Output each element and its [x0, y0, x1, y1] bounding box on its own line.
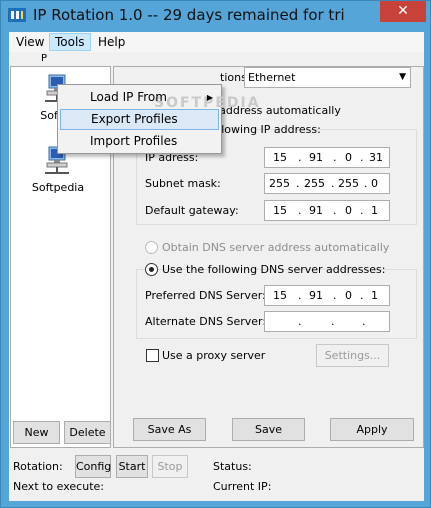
ip-dot: . — [296, 177, 300, 190]
ip-octet-3: 0 — [345, 289, 352, 302]
title-bar[interactable]: IP Rotation 1.0 -- 29 days remained for … — [1, 1, 431, 31]
ip-dot: . — [362, 315, 366, 328]
ip-octet-2: 91 — [309, 289, 323, 302]
ip-dot: . — [298, 289, 302, 302]
preferred-dns-label: Preferred DNS Server: — [145, 289, 266, 302]
ip-dot: . — [298, 315, 302, 328]
connection-value: Ethernet — [248, 71, 296, 84]
new-profile-button[interactable]: New — [13, 421, 60, 444]
ip-octet-4: 1 — [371, 289, 378, 302]
ip-octet-1: 15 — [273, 204, 287, 217]
save-as-button[interactable]: Save As — [133, 418, 206, 441]
ip-dot: . — [360, 151, 364, 164]
ip-dot: . — [364, 177, 368, 190]
next-to-execute-label: Next to execute: — [13, 480, 104, 493]
app-icon — [8, 8, 26, 22]
ip-dot: . — [298, 151, 302, 164]
menu-help[interactable]: Help — [93, 33, 130, 51]
client-area: View Tools Help P Softpedia New Delete t… — [9, 32, 424, 501]
submenu-arrow-icon: ▶ — [206, 93, 213, 102]
ip-dot: . — [331, 315, 335, 328]
menu-item-label: Import Profiles — [90, 134, 178, 148]
start-button[interactable]: Start — [116, 455, 148, 478]
menu-item-label: Load IP From — [90, 90, 167, 104]
ip-dot: . — [333, 151, 337, 164]
gateway-field[interactable]: 15. 91. 0. 1 — [264, 200, 390, 221]
ip-dot: . — [333, 289, 337, 302]
menu-view[interactable]: View — [11, 33, 49, 51]
obtain-dns-auto-label[interactable]: Obtain DNS server address automatically — [162, 241, 389, 254]
save-button[interactable]: Save — [232, 418, 305, 441]
status-bar: Rotation: Config Start Stop Status: Next… — [9, 450, 424, 501]
menu-bar: View Tools Help — [9, 32, 424, 52]
chevron-down-icon: ▼ — [399, 72, 406, 82]
ip-dot: . — [360, 204, 364, 217]
obtain-dns-auto-radio[interactable] — [145, 241, 158, 254]
subnet-label: Subnet mask: — [145, 177, 221, 190]
ip-octet-4: 31 — [369, 151, 383, 164]
ip-dot: . — [333, 204, 337, 217]
proxy-checkbox[interactable] — [146, 349, 159, 362]
gateway-label: Default gateway: — [145, 204, 239, 217]
proxy-settings-button[interactable]: Settings... — [316, 344, 389, 367]
app-window: IP Rotation 1.0 -- 29 days remained for … — [0, 0, 431, 508]
apply-button[interactable]: Apply — [330, 418, 414, 441]
rotation-label: Rotation: — [13, 460, 63, 473]
ip-octet-4: 0 — [371, 177, 378, 190]
delete-profile-button[interactable]: Delete — [64, 421, 111, 444]
ip-octet-1: 255 — [269, 177, 290, 190]
preferred-dns-field[interactable]: 15. 91. 0. 1 — [264, 285, 390, 306]
ip-octet-2: 255 — [304, 177, 325, 190]
use-following-dns-radio[interactable] — [145, 263, 158, 276]
status-label: Status: — [213, 460, 252, 473]
connection-select[interactable]: Ethernet ▼ — [244, 67, 411, 88]
ip-octet-2: 91 — [309, 151, 323, 164]
menu-item-load-ip-from[interactable]: Load IP From ▶ — [60, 87, 219, 108]
ip-octet-2: 91 — [309, 204, 323, 217]
ip-dot: . — [360, 289, 364, 302]
current-ip-label: Current IP: — [213, 480, 272, 493]
menu-item-export-profiles[interactable]: Export Profiles — [60, 109, 219, 130]
ip-octet-3: 255 — [338, 177, 359, 190]
use-following-dns-label[interactable]: Use the following DNS server addresses: — [162, 263, 385, 276]
proxy-label[interactable]: Use a proxy server — [162, 349, 265, 362]
menu-item-label: Export Profiles — [91, 112, 178, 126]
tools-menu: SOFTPEDIA Load IP From ▶ Export Profiles… — [57, 84, 259, 154]
profile-list-tab[interactable]: P — [41, 53, 47, 64]
ip-octet-1: 15 — [273, 289, 287, 302]
stop-button[interactable]: Stop — [152, 455, 188, 478]
alternate-dns-label: Alternate DNS Server: — [145, 315, 267, 328]
ip-octet-3: 0 — [345, 204, 352, 217]
window-title: IP Rotation 1.0 -- 29 days remained for … — [33, 6, 345, 24]
menu-item-import-profiles[interactable]: Import Profiles — [60, 131, 219, 152]
ip-octet-3: 0 — [345, 151, 352, 164]
ip-dot: . — [298, 204, 302, 217]
ip-octet-4: 1 — [371, 204, 378, 217]
alternate-dns-field[interactable]: . . . — [264, 311, 390, 332]
menu-tools[interactable]: Tools — [49, 33, 91, 51]
ip-address-field[interactable]: 15. 91. 0. 31 — [264, 147, 390, 168]
close-button[interactable]: ✕ — [380, 1, 426, 22]
ip-octet-1: 15 — [273, 151, 287, 164]
config-button[interactable]: Config — [75, 455, 111, 478]
subnet-field[interactable]: 255. 255. 255. 0 — [264, 173, 390, 194]
ip-dot: . — [331, 177, 335, 190]
profile-label: Softpedia — [31, 181, 85, 194]
